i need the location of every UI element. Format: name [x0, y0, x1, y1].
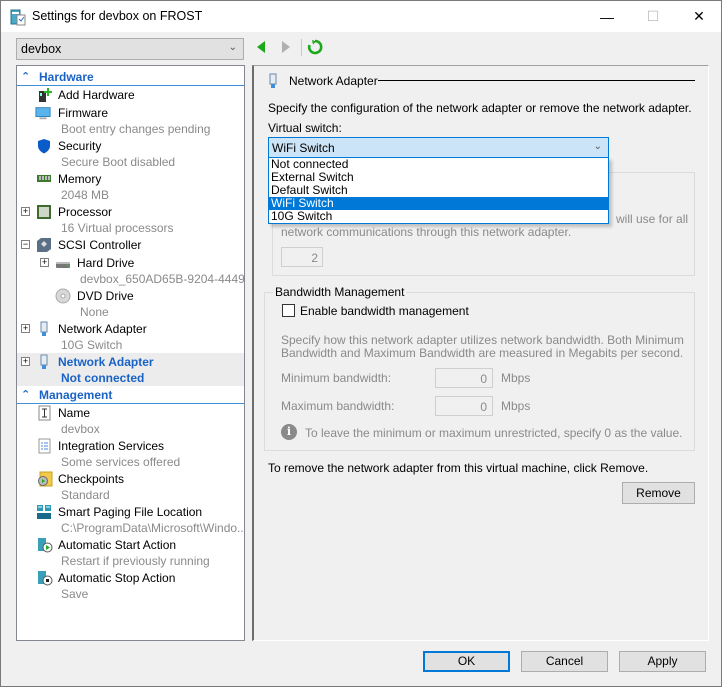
enable-bandwidth-checkbox[interactable] [282, 304, 295, 317]
tree-item-smart-paging[interactable]: Smart Paging File Location C:\ProgramDat… [17, 503, 244, 536]
processor-icon [37, 205, 51, 219]
tree-item-hard-drive[interactable]: + Hard Drive devbox_650AD65B-9204-4449..… [17, 254, 244, 287]
close-button[interactable]: ✕ [676, 1, 722, 32]
maximize-icon: ☐ [646, 8, 660, 24]
tree-item-security[interactable]: Security Secure Boot disabled [17, 137, 244, 170]
smart-paging-icon [37, 505, 51, 519]
max-bandwidth-input[interactable]: 0 [435, 396, 493, 416]
ok-button[interactable]: OK [423, 651, 510, 672]
tree-item-auto-stop[interactable]: Automatic Stop Action Save [17, 569, 244, 602]
vm-selector[interactable]: devbox ⌄ [16, 38, 244, 60]
virtual-switch-dropdown[interactable]: WiFi Switch ⌄ [268, 137, 609, 158]
hardware-section-header[interactable]: ⌃ Hardware [17, 68, 244, 86]
remove-description: To remove the network adapter from this … [268, 461, 649, 475]
tree-item-checkpoints[interactable]: Checkpoints Standard [17, 470, 244, 503]
auto-start-icon [38, 538, 53, 553]
heading-divider [378, 80, 695, 81]
checkpoints-icon [38, 471, 53, 487]
vm-selector-value: devbox [21, 42, 62, 56]
expand-icon[interactable]: + [21, 357, 30, 366]
bandwidth-info-text: To leave the minimum or maximum unrestri… [305, 426, 683, 440]
min-bandwidth-label: Minimum bandwidth: [281, 371, 392, 385]
tree-item-network-adapter-10g[interactable]: + Network Adapter 10G Switch [17, 320, 244, 353]
forward-arrow-icon[interactable] [282, 41, 290, 53]
name-icon [38, 405, 51, 421]
minimize-icon: — [600, 8, 614, 25]
virtual-switch-value: WiFi Switch [272, 141, 335, 155]
max-bandwidth-unit: Mbps [501, 399, 531, 413]
max-bandwidth-label: Maximum bandwidth: [281, 399, 395, 413]
min-bandwidth-input[interactable]: 0 [435, 368, 493, 388]
chevron-down-icon: ⌄ [228, 42, 237, 53]
network-adapter-icon [40, 321, 48, 336]
window-title: Settings for devbox on FROST [32, 9, 203, 23]
hard-drive-icon [56, 262, 70, 268]
minimize-button[interactable]: — [584, 1, 630, 32]
min-bandwidth-unit: Mbps [501, 371, 531, 385]
auto-stop-icon [38, 571, 53, 586]
tree-item-dvd-drive[interactable]: DVD Drive None [17, 287, 244, 320]
management-section-header[interactable]: ⌃ Management [17, 386, 244, 404]
tree-item-name[interactable]: Name devbox [17, 404, 244, 437]
tree-item-auto-start[interactable]: Automatic Start Action Restart if previo… [17, 536, 244, 569]
integration-services-icon [38, 438, 51, 454]
chevron-down-icon: ⌄ [593, 141, 602, 152]
dvd-drive-icon [55, 288, 71, 304]
scsi-controller-icon [37, 238, 51, 252]
refresh-icon[interactable] [307, 39, 323, 55]
tree-item-network-adapter-selected[interactable]: + Network Adapter Not connected [17, 353, 244, 386]
cancel-button[interactable]: Cancel [521, 651, 608, 672]
toolbar-divider [301, 39, 302, 56]
expand-icon[interactable]: + [40, 258, 49, 267]
collapse-chevron-icon: ⌃ [21, 71, 31, 83]
close-icon: ✕ [693, 8, 705, 24]
collapse-icon[interactable]: − [21, 240, 30, 249]
settings-tree: ⌃ Hardware Add Hardware Firmware Boot en… [16, 65, 245, 641]
maximize-button[interactable]: ☐ [630, 1, 676, 32]
firmware-icon [35, 107, 51, 120]
collapse-chevron-icon: ⌃ [21, 389, 31, 401]
apply-button[interactable]: Apply [619, 651, 706, 672]
info-icon: i [281, 424, 297, 440]
tree-item-memory[interactable]: Memory 2048 MB [17, 170, 244, 203]
enable-bandwidth-label[interactable]: Enable bandwidth management [300, 304, 469, 318]
vlan-id-input[interactable]: 2 [281, 247, 323, 267]
shield-icon [38, 139, 50, 154]
network-adapter-icon [40, 354, 48, 369]
settings-panel: Network Adapter Specify the configuratio… [252, 65, 709, 641]
bandwidth-description: Specify how this network adapter utilize… [281, 333, 684, 360]
tree-item-integration-services[interactable]: Integration Services Some services offer… [17, 437, 244, 470]
expand-icon[interactable]: + [21, 207, 30, 216]
add-hardware-icon [39, 88, 52, 102]
settings-window: Settings for devbox on FROST — ☐ ✕ devbo… [0, 0, 722, 687]
virtual-switch-option[interactable]: 10G Switch [269, 210, 608, 223]
network-adapter-icon [269, 73, 277, 88]
virtual-switch-label: Virtual switch: [268, 121, 342, 135]
memory-icon [37, 175, 51, 182]
expand-icon[interactable]: + [21, 324, 30, 333]
tree-item-processor[interactable]: + Processor 16 Virtual processors [17, 203, 244, 236]
title-bar: Settings for devbox on FROST — ☐ ✕ [1, 1, 721, 32]
settings-app-icon [10, 9, 26, 26]
remove-button[interactable]: Remove [622, 482, 695, 504]
bandwidth-group-title: Bandwidth Management [273, 285, 407, 299]
virtual-switch-options-list: Not connected External Switch Default Sw… [268, 157, 609, 224]
back-arrow-icon[interactable] [257, 41, 265, 53]
tree-item-firmware[interactable]: Firmware Boot entry changes pending [17, 104, 244, 137]
panel-description: Specify the configuration of the network… [268, 101, 692, 115]
